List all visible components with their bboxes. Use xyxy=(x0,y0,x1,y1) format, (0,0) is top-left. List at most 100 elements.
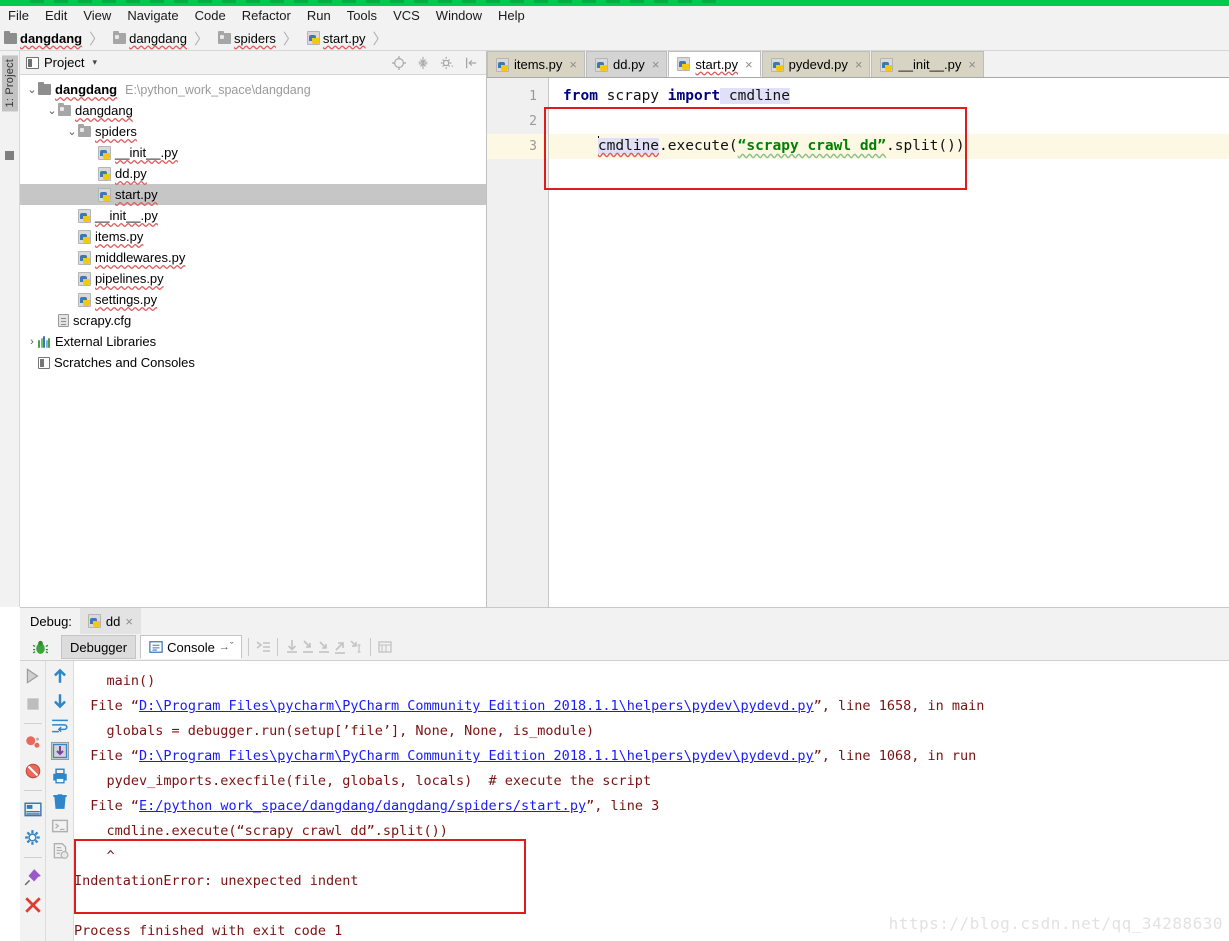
tree-item-pipelinespy[interactable]: pipelines.py xyxy=(20,268,486,289)
collapse-all-icon[interactable] xyxy=(416,56,430,70)
up-arrow-icon[interactable] xyxy=(51,667,69,685)
tree-item-externallibraries[interactable]: › External Libraries xyxy=(20,331,486,352)
file-path-link[interactable]: D:\Program Files\pycharm\PyCharm Communi… xyxy=(139,748,814,764)
stop-icon[interactable] xyxy=(24,695,42,713)
step-into-icon[interactable] xyxy=(300,639,316,655)
close-icon[interactable]: × xyxy=(652,57,660,72)
print-icon[interactable] xyxy=(51,767,69,785)
editor-tab-pydevdpy[interactable]: pydevd.py × xyxy=(761,51,871,77)
chevron-down-icon[interactable]: ⌄ xyxy=(46,104,58,117)
breadcrumb-item-startpy[interactable]: start.py xyxy=(303,26,366,51)
breadcrumb-item-dangdang[interactable]: dangdang xyxy=(0,26,82,51)
menu-item-refactor[interactable]: Refactor xyxy=(234,6,299,26)
tree-item-itemspy[interactable]: items.py xyxy=(20,226,486,247)
mute-breakpoints-icon[interactable] xyxy=(24,762,42,780)
close-icon[interactable]: × xyxy=(855,57,863,72)
resume-program-icon[interactable] xyxy=(24,667,42,685)
code-editor[interactable]: 123 from scrapy import cmdline cmdline.e… xyxy=(487,78,1229,607)
tree-item-initpy[interactable]: __init__.py xyxy=(20,142,486,163)
python-file-icon xyxy=(78,229,91,244)
step-into-my-code-icon[interactable] xyxy=(316,639,332,655)
menu-item-file[interactable]: File xyxy=(0,6,37,26)
menu-item-edit[interactable]: Edit xyxy=(37,6,75,26)
scratches-icon xyxy=(38,356,50,369)
scroll-to-end-icon[interactable] xyxy=(50,742,69,760)
project-panel-header: Project ▾ xyxy=(20,51,486,75)
tree-item-dangdang[interactable]: ⌄ dangdang xyxy=(20,100,486,121)
show-console-icon[interactable] xyxy=(255,639,271,655)
locate-icon[interactable] xyxy=(392,55,406,70)
editor-tab-initpy[interactable]: __init__.py × xyxy=(871,51,984,77)
debug-config-tab[interactable]: dd × xyxy=(79,607,141,635)
code-content[interactable]: from scrapy import cmdline cmdline.execu… xyxy=(549,78,1229,607)
line-number: 3 xyxy=(487,134,548,159)
close-icon[interactable] xyxy=(24,896,42,914)
tree-item-settingspy[interactable]: settings.py xyxy=(20,289,486,310)
file-path-link[interactable]: E:/python work_space/dangdang/dangdang/s… xyxy=(139,798,586,814)
soft-wrap-icon[interactable] xyxy=(51,717,69,735)
file-path-link[interactable]: D:\Program Files\pycharm\PyCharm Communi… xyxy=(139,698,814,714)
tab-console[interactable]: Console →ˇ xyxy=(140,635,243,659)
sidebar-item-project[interactable]: 1: Project xyxy=(2,55,18,112)
tree-item-startpy[interactable]: start.py xyxy=(20,184,486,205)
breadcrumb: dangdang 〉 dangdang 〉 spiders 〉 start.py 〉 xyxy=(0,26,1229,51)
clear-all-icon[interactable] xyxy=(51,792,69,810)
close-icon[interactable]: × xyxy=(125,614,133,629)
run-to-cursor-icon[interactable] xyxy=(348,639,364,655)
tree-item-label: dangdang xyxy=(75,103,133,118)
editor-tab-startpy[interactable]: start.py × xyxy=(668,51,761,77)
editor-tab-label: items.py xyxy=(514,57,563,72)
console-output[interactable]: main() File “D:\Program Files\pycharm\Py… xyxy=(74,661,1229,941)
settings-gear-icon[interactable] xyxy=(440,56,454,70)
tab-debugger[interactable]: Debugger xyxy=(61,635,137,659)
close-icon[interactable]: × xyxy=(569,57,577,72)
menu-item-window[interactable]: Window xyxy=(428,6,490,26)
line-number-gutter: 1 2 3 xyxy=(487,78,549,607)
terminal-icon[interactable] xyxy=(51,817,69,835)
menu-item-help[interactable]: Help xyxy=(490,6,533,26)
tree-item-label: Scratches and Consoles xyxy=(54,355,195,370)
tree-item-middlewarespy[interactable]: middlewares.py xyxy=(20,247,486,268)
hide-panel-icon[interactable] xyxy=(464,56,478,70)
breadcrumb-item-spiders[interactable]: spiders xyxy=(214,26,276,51)
menu-item-view[interactable]: View xyxy=(75,6,119,26)
chevron-right-icon[interactable]: › xyxy=(26,336,38,348)
python-file-icon xyxy=(87,614,101,628)
pin-tab-icon[interactable] xyxy=(24,868,42,886)
editor-tab-ddpy[interactable]: dd.py × xyxy=(586,51,668,77)
console-text: main() xyxy=(74,673,156,689)
chevron-down-icon[interactable]: ⌄ xyxy=(26,83,38,96)
settings-layout-icon[interactable] xyxy=(23,801,42,819)
config-file-icon xyxy=(58,314,69,327)
export-icon[interactable] xyxy=(51,842,69,860)
python-file-icon xyxy=(98,187,111,202)
debug-config-name: dd xyxy=(105,613,121,629)
tree-item-ddpy[interactable]: dd.py xyxy=(20,163,486,184)
tree-item-dangdang[interactable]: ⌄ dangdang E:\python_work_space\dangdang xyxy=(20,79,486,100)
menu-item-navigate[interactable]: Navigate xyxy=(119,6,186,26)
console-icon xyxy=(149,641,163,653)
evaluate-expression-icon[interactable] xyxy=(377,639,393,655)
menu-item-vcs[interactable]: VCS xyxy=(385,6,428,26)
close-icon[interactable]: × xyxy=(968,57,976,72)
editor-tab-itemspy[interactable]: items.py × xyxy=(487,51,585,77)
chevron-down-icon[interactable]: ⌄ xyxy=(66,125,78,138)
console-line: pydev_imports.execfile(file, globals, lo… xyxy=(74,769,1229,794)
step-over-icon[interactable] xyxy=(284,639,300,655)
menu-item-run[interactable]: Run xyxy=(299,6,339,26)
down-arrow-icon[interactable] xyxy=(51,692,69,710)
structure-toggle-icon[interactable] xyxy=(5,151,14,160)
settings-gear-icon[interactable] xyxy=(24,829,42,847)
view-breakpoints-icon[interactable] xyxy=(24,734,42,752)
step-out-icon[interactable] xyxy=(332,639,348,655)
menu-item-code[interactable]: Code xyxy=(187,6,234,26)
tree-item-scratchesandconsoles[interactable]: Scratches and Consoles xyxy=(20,352,486,373)
breadcrumb-item-dangdang[interactable]: dangdang xyxy=(109,26,187,51)
menu-item-tools[interactable]: Tools xyxy=(339,6,385,26)
close-icon[interactable]: × xyxy=(745,57,753,72)
tree-item-spiders[interactable]: ⌄ spiders xyxy=(20,121,486,142)
tree-item-scrapycfg[interactable]: scrapy.cfg xyxy=(20,310,486,331)
tree-item-initpy[interactable]: __init__.py xyxy=(20,205,486,226)
chevron-down-icon[interactable]: ▾ xyxy=(92,57,97,68)
python-file-icon xyxy=(78,208,91,223)
